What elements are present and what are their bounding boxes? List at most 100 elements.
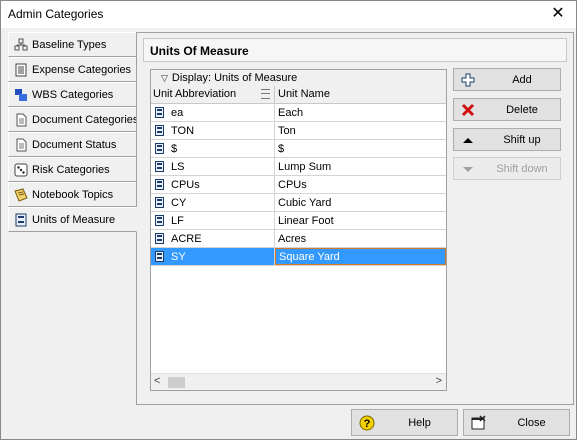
column-menu-icon[interactable] bbox=[261, 89, 270, 99]
column-headers: Unit Abbreviation Unit Name bbox=[151, 86, 446, 104]
unit-icon bbox=[154, 196, 165, 209]
category-tabs: Baseline Types Expense Categories WBS Ca… bbox=[8, 32, 139, 232]
units-grid: ▽ Display: Units of Measure Unit Abbrevi… bbox=[150, 69, 447, 391]
unit-name-cell[interactable]: Cubic Yard bbox=[275, 194, 446, 211]
column-header-label: Unit Abbreviation bbox=[153, 88, 237, 100]
scroll-left-icon[interactable]: < bbox=[154, 375, 160, 387]
help-icon: ? bbox=[359, 415, 375, 431]
shift-down-button-label: Shift down bbox=[496, 162, 548, 175]
tab-baseline-types[interactable]: Baseline Types bbox=[8, 32, 137, 57]
unit-name-cell[interactable]: CPUs bbox=[275, 176, 446, 193]
tab-label: Notebook Topics bbox=[32, 188, 114, 201]
close-button-label: Close bbox=[517, 417, 546, 429]
table-row-selected[interactable]: SY Square Yard bbox=[151, 248, 446, 266]
unit-name-cell[interactable]: Acres bbox=[275, 230, 446, 247]
units-of-measure-panel: Units Of Measure ▽ Display: Units of Mea… bbox=[136, 32, 574, 405]
close-icon[interactable]: ✕ bbox=[548, 4, 568, 24]
group-header-label: Display: Units of Measure bbox=[171, 72, 298, 84]
tab-document-categories[interactable]: Document Categories bbox=[8, 107, 139, 132]
wbs-categories-icon bbox=[14, 88, 28, 102]
unit-icon bbox=[154, 250, 165, 263]
table-row[interactable]: LF Linear Foot bbox=[151, 212, 446, 230]
grid-rows: ea Each TON Ton $ $ LS Lump Sum CPUs CPU… bbox=[151, 104, 446, 266]
unit-abbreviation-cell[interactable]: LS bbox=[171, 161, 184, 173]
group-header[interactable]: ▽ Display: Units of Measure bbox=[151, 70, 446, 86]
column-header-unit-name[interactable]: Unit Name bbox=[275, 86, 446, 103]
tab-label: Document Status bbox=[32, 138, 117, 151]
unit-abbreviation-cell[interactable]: LF bbox=[171, 215, 184, 227]
shift-up-button-label: Shift up bbox=[503, 133, 541, 146]
baseline-types-icon bbox=[14, 38, 28, 52]
scrollbar-thumb[interactable] bbox=[168, 377, 185, 388]
table-row[interactable]: LS Lump Sum bbox=[151, 158, 446, 176]
close-window-icon bbox=[471, 415, 487, 431]
unit-name-cell[interactable]: Linear Foot bbox=[275, 212, 446, 229]
scroll-right-icon[interactable]: > bbox=[436, 375, 442, 387]
risk-categories-icon bbox=[14, 163, 28, 177]
svg-text:?: ? bbox=[364, 418, 371, 430]
add-button[interactable]: Add bbox=[453, 68, 561, 91]
unit-icon bbox=[154, 142, 165, 155]
delete-button[interactable]: Delete bbox=[453, 98, 561, 121]
add-button-label: Add bbox=[512, 73, 532, 86]
table-row[interactable]: ea Each bbox=[151, 104, 446, 122]
chevron-down-icon[interactable]: ▽ bbox=[161, 73, 168, 84]
arrow-down-icon bbox=[461, 162, 475, 176]
tab-label: Risk Categories bbox=[32, 163, 110, 176]
tab-label: Expense Categories bbox=[32, 63, 132, 76]
notebook-topics-icon bbox=[14, 187, 28, 202]
document-status-icon bbox=[14, 138, 28, 152]
tab-label: Baseline Types bbox=[32, 38, 107, 51]
unit-abbreviation-cell[interactable]: CY bbox=[171, 197, 186, 209]
tab-label: Document Categories bbox=[32, 113, 139, 126]
shift-up-button[interactable]: Shift up bbox=[453, 128, 561, 151]
table-row[interactable]: CPUs CPUs bbox=[151, 176, 446, 194]
unit-abbreviation-cell[interactable]: $ bbox=[171, 143, 177, 155]
unit-name-cell[interactable]: Lump Sum bbox=[275, 158, 446, 175]
delete-icon bbox=[461, 103, 475, 117]
unit-icon bbox=[154, 160, 165, 173]
unit-abbreviation-cell[interactable]: SY bbox=[171, 251, 186, 263]
shift-down-button[interactable]: Shift down bbox=[453, 157, 561, 180]
tab-label: WBS Categories bbox=[32, 88, 114, 101]
unit-icon bbox=[154, 178, 165, 191]
unit-icon bbox=[154, 214, 165, 227]
delete-button-label: Delete bbox=[506, 103, 538, 116]
tab-label: Units of Measure bbox=[32, 213, 116, 226]
close-button[interactable]: Close bbox=[463, 409, 570, 436]
tab-document-status[interactable]: Document Status bbox=[8, 132, 137, 157]
unit-icon bbox=[154, 124, 165, 137]
unit-icon bbox=[154, 106, 165, 119]
expense-categories-icon bbox=[14, 63, 28, 77]
unit-abbreviation-cell[interactable]: TON bbox=[171, 125, 194, 137]
tab-risk-categories[interactable]: Risk Categories bbox=[8, 157, 137, 182]
units-of-measure-icon bbox=[14, 213, 28, 227]
help-button[interactable]: ? Help bbox=[351, 409, 458, 436]
column-header-label: Unit Name bbox=[278, 88, 330, 100]
tab-expense-categories[interactable]: Expense Categories bbox=[8, 57, 137, 82]
document-categories-icon bbox=[14, 113, 28, 127]
column-header-unit-abbreviation[interactable]: Unit Abbreviation bbox=[151, 86, 275, 103]
add-icon bbox=[461, 73, 475, 87]
unit-abbreviation-cell[interactable]: ACRE bbox=[171, 233, 202, 245]
table-row[interactable]: CY Cubic Yard bbox=[151, 194, 446, 212]
table-row[interactable]: TON Ton bbox=[151, 122, 446, 140]
arrow-up-icon bbox=[461, 133, 475, 147]
unit-name-cell[interactable]: $ bbox=[275, 140, 446, 157]
unit-name-cell[interactable]: Ton bbox=[275, 122, 446, 139]
tab-notebook-topics[interactable]: Notebook Topics bbox=[8, 182, 137, 207]
panel-header: Units Of Measure bbox=[143, 38, 567, 62]
admin-categories-dialog: Admin Categories ✕ Baseline Types Expens… bbox=[0, 0, 577, 440]
help-button-label: Help bbox=[408, 417, 431, 429]
table-row[interactable]: $ $ bbox=[151, 140, 446, 158]
unit-abbreviation-cell[interactable]: ea bbox=[171, 107, 183, 119]
tab-wbs-categories[interactable]: WBS Categories bbox=[8, 82, 137, 107]
table-row[interactable]: ACRE Acres bbox=[151, 230, 446, 248]
title-bar: Admin Categories ✕ bbox=[1, 1, 576, 28]
unit-name-cell[interactable]: Each bbox=[275, 104, 446, 121]
unit-abbreviation-cell[interactable]: CPUs bbox=[171, 179, 200, 191]
window-title: Admin Categories bbox=[8, 7, 104, 21]
tab-units-of-measure[interactable]: Units of Measure bbox=[8, 207, 137, 232]
unit-name-edit-cell[interactable]: Square Yard bbox=[275, 248, 446, 265]
horizontal-scrollbar[interactable]: < > bbox=[151, 373, 446, 390]
